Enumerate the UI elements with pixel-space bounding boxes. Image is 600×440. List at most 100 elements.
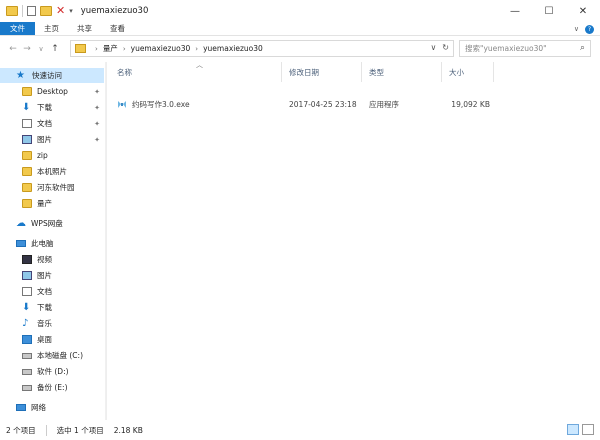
nav-label: 河东软件园 [37, 183, 75, 192]
nav-item-pictures[interactable]: 图片 ✦ [0, 132, 104, 147]
address-bar[interactable]: › 量产 › yuemaxiezuo30 › yuemaxiezuo30 ∨ ↻ [70, 40, 454, 57]
nav-label: 图片 [37, 271, 52, 280]
nav-label: 此电脑 [31, 239, 54, 248]
nav-item-hedong[interactable]: 河东软件园 [0, 180, 104, 195]
back-button[interactable]: ← [6, 44, 20, 54]
refresh-icon[interactable]: ↻ [442, 43, 449, 52]
nav-item-downloads[interactable]: ⬇ 下载 ✦ [0, 100, 104, 115]
close-button[interactable]: ✕ [566, 0, 600, 22]
pin-icon: ✦ [94, 87, 100, 96]
nav-item-pc-downloads[interactable]: ⬇ 下载 [0, 300, 104, 315]
search-icon[interactable]: ⌕ [580, 43, 585, 53]
breadcrumb-item[interactable]: 量产 [103, 43, 118, 54]
nav-item-pc-pictures[interactable]: 图片 [0, 268, 104, 283]
nav-label: 文档 [37, 287, 52, 296]
nav-label: zip [37, 151, 48, 160]
folder-icon [22, 183, 32, 192]
column-header-size[interactable]: 大小 [442, 62, 494, 82]
divider [45, 424, 47, 436]
recent-locations-button[interactable]: ∨ [34, 45, 48, 53]
delete-icon[interactable]: ✕ [56, 5, 65, 16]
file-date: 2017-04-25 23:18 [289, 99, 357, 109]
tab-home[interactable]: 主页 [35, 22, 68, 35]
video-icon [22, 255, 32, 264]
customize-toolbar-icon[interactable]: ▾ [69, 7, 73, 15]
search-placeholder: 搜索"yuemaxiezuo30" [465, 44, 547, 53]
desktop-folder-icon [22, 87, 32, 96]
column-header-name[interactable]: 名称 [110, 62, 282, 82]
pictures-icon [22, 271, 32, 280]
nav-item-desktop[interactable]: Desktop ✦ [0, 84, 104, 99]
quick-access-toolbar: ✕ ▾ [0, 5, 73, 17]
navigation-pane: ★ 快速访问 Desktop ✦ ⬇ 下载 ✦ 文档 ✦ 图片 ✦ zip 本机… [0, 62, 106, 420]
search-input[interactable]: 搜索"yuemaxiezuo30" ⌕ [459, 40, 591, 57]
nav-label: 下载 [37, 303, 52, 312]
large-icons-view-icon[interactable] [582, 424, 594, 435]
expand-ribbon-icon[interactable]: ∨ [574, 25, 579, 33]
tab-file[interactable]: 文件 [0, 22, 35, 35]
chevron-right-icon[interactable]: › [95, 45, 98, 53]
pin-icon: ✦ [94, 119, 100, 128]
drive-icon [22, 352, 32, 359]
breadcrumb-item[interactable]: yuemaxiezuo30 [131, 44, 191, 53]
nav-label: 网络 [31, 403, 46, 412]
pin-icon: ✦ [94, 135, 100, 144]
nav-item-desktop-pc[interactable]: 桌面 [0, 332, 104, 347]
file-name-cell: 约码写作3.0.exe [110, 96, 282, 112]
desktop-icon [22, 335, 32, 344]
chevron-right-icon[interactable]: › [123, 45, 126, 53]
tab-share[interactable]: 共享 [68, 22, 101, 35]
nav-item-drive-e[interactable]: 备份 (E:) [0, 380, 104, 395]
properties-icon[interactable] [27, 6, 36, 16]
nav-quick-access[interactable]: ★ 快速访问 [0, 68, 104, 83]
table-row[interactable]: 约码写作3.0.exe 2017-04-25 23:18 应用程序 19,092… [110, 96, 598, 112]
nav-label: 图片 [37, 135, 52, 144]
music-icon: ♪ [22, 318, 29, 329]
nav-item-drive-d[interactable]: 软件 (D:) [0, 364, 104, 379]
nav-label: 文档 [37, 119, 52, 128]
nav-item-zip[interactable]: zip [0, 148, 104, 163]
maximize-button[interactable]: ☐ [532, 0, 566, 22]
status-bar: 2 个项目 选中 1 个项目 2.18 KB [0, 420, 600, 440]
nav-label: Desktop [37, 87, 68, 96]
nav-label: 本机照片 [37, 167, 67, 176]
pane-divider[interactable] [106, 62, 107, 420]
download-icon: ⬇ [22, 302, 31, 313]
details-view-icon[interactable] [567, 424, 579, 435]
column-header-type[interactable]: 类型 [362, 62, 442, 82]
tab-view[interactable]: 查看 [101, 22, 134, 35]
cloud-icon: ☁ [16, 218, 26, 229]
nav-this-pc[interactable]: 此电脑 [0, 236, 104, 251]
star-icon: ★ [16, 69, 25, 81]
address-dropdown-icon[interactable]: ∨ [430, 43, 436, 52]
breadcrumb-item[interactable]: yuemaxiezuo30 [203, 44, 263, 53]
nav-item-documents[interactable]: 文档 ✦ [0, 116, 104, 131]
nav-label: 下载 [37, 103, 52, 112]
column-header-date[interactable]: 修改日期 [282, 62, 362, 82]
nav-item-mass-production[interactable]: 量产 [0, 196, 104, 211]
forward-button[interactable]: → [20, 44, 34, 54]
new-folder-icon[interactable] [40, 6, 52, 16]
nav-item-drive-c[interactable]: 本地磁盘 (C:) [0, 348, 104, 363]
up-button[interactable]: ↑ [48, 44, 62, 54]
nav-label: 视频 [37, 255, 52, 264]
nav-item-music[interactable]: ♪ 音乐 [0, 316, 104, 331]
help-icon[interactable]: ? [585, 24, 594, 34]
nav-item-local-photos[interactable]: 本机照片 [0, 164, 104, 179]
nav-label: 量产 [37, 199, 52, 208]
nav-label: 快速访问 [32, 71, 62, 80]
file-type: 应用程序 [369, 99, 399, 109]
nav-wps-cloud[interactable]: ☁ WPS网盘 [0, 216, 104, 231]
nav-item-videos[interactable]: 视频 [0, 252, 104, 267]
view-switcher [567, 424, 594, 435]
pictures-icon [22, 135, 32, 144]
nav-item-pc-documents[interactable]: 文档 [0, 284, 104, 299]
chevron-right-icon[interactable]: › [195, 45, 198, 53]
ribbon-controls: ∨ ? [574, 22, 594, 36]
nav-label: 软件 (D:) [37, 367, 69, 376]
window-title: yuemaxiezuo30 [80, 6, 149, 16]
nav-network[interactable]: 网络 [0, 400, 104, 415]
item-count: 2 个项目 [6, 425, 36, 435]
minimize-button[interactable]: — [498, 0, 532, 22]
divider [22, 5, 23, 17]
